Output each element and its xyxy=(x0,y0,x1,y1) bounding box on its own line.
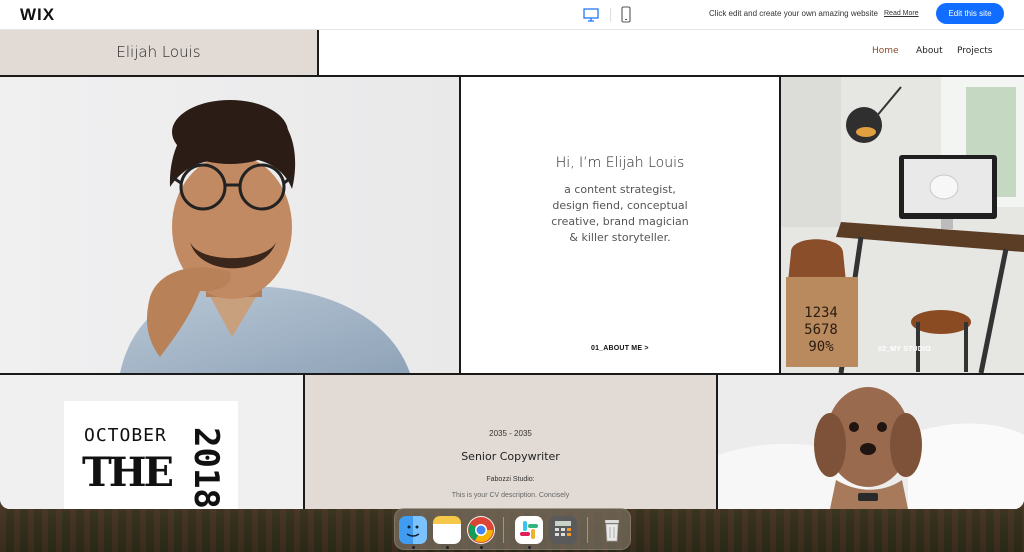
trash-icon[interactable] xyxy=(598,516,626,544)
grid-line xyxy=(779,77,781,373)
experience-panel: 2035 - 2035 Senior Copywriter Fabozzi St… xyxy=(305,375,716,509)
running-indicator xyxy=(528,546,531,549)
poster-panel: OCTOBER THE 2018 xyxy=(0,375,303,509)
desktop-view-icon[interactable] xyxy=(583,7,599,23)
brand-box: Elijah Louis xyxy=(0,30,319,75)
browser-window: WIX Click edit and create your own amazi… xyxy=(0,0,1024,509)
mobile-view-icon[interactable] xyxy=(620,6,632,24)
experience-description: This is your CV description. Concisely xyxy=(451,492,570,499)
nav-about[interactable]: About xyxy=(916,46,943,56)
grid-line xyxy=(0,373,1024,375)
grid-line xyxy=(459,77,461,373)
poster-year: 2018 xyxy=(186,427,226,509)
site-title[interactable]: Elijah Louis xyxy=(0,43,317,61)
intro-heading: Hi, I’m Elijah Louis xyxy=(555,155,685,171)
about-me-link[interactable]: 01_ABOUT ME > xyxy=(591,345,649,352)
chrome-icon[interactable] xyxy=(467,516,495,544)
edit-site-button[interactable]: Edit this site xyxy=(936,3,1004,24)
experience-role: Senior Copywriter xyxy=(461,450,560,463)
intro-line: creative, brand magician xyxy=(551,215,689,228)
dock xyxy=(394,508,631,550)
intro-panel: Hi, I’m Elijah Louis a content strategis… xyxy=(461,77,779,373)
svg-text:5678: 5678 xyxy=(804,322,838,338)
portrait-image xyxy=(0,77,459,373)
experience-company: Fabozzi Studio: xyxy=(486,476,535,483)
calculator-icon[interactable] xyxy=(549,516,577,544)
grid-line xyxy=(0,75,1024,77)
dog-image xyxy=(718,375,1024,509)
studio-image[interactable]: 1234 5678 90% 02_MY STUDIO xyxy=(781,77,1024,373)
studio-illustration: 1234 5678 90% xyxy=(781,77,1024,373)
grid-line xyxy=(716,375,718,509)
slack-icon[interactable] xyxy=(515,516,543,544)
wix-logo[interactable]: WIX xyxy=(20,5,55,25)
running-indicator xyxy=(412,546,415,549)
portrait-illustration xyxy=(120,100,410,373)
grid-line xyxy=(303,375,305,509)
intro-line: design fiend, conceptual xyxy=(552,199,688,212)
svg-text:1234: 1234 xyxy=(804,305,838,321)
dock-separator xyxy=(587,517,588,543)
site-header: Elijah Louis Home About Projects xyxy=(0,30,1024,77)
nav-projects[interactable]: Projects xyxy=(957,46,992,56)
poster-the: THE xyxy=(82,449,174,496)
device-divider xyxy=(610,8,611,22)
my-studio-link[interactable]: 02_MY STUDIO xyxy=(878,346,931,353)
experience-years: 2035 - 2035 xyxy=(489,429,532,438)
notes-icon[interactable] xyxy=(433,516,461,544)
nav-home[interactable]: Home xyxy=(872,46,899,56)
intro-line: a content strategist, xyxy=(564,183,676,196)
intro-line: & killer storyteller. xyxy=(569,231,671,244)
edit-message: Click edit and create your own amazing w… xyxy=(709,9,878,18)
poster-word: OCTOBER xyxy=(84,425,167,446)
running-indicator xyxy=(446,546,449,549)
svg-text:90%: 90% xyxy=(808,339,834,355)
finder-icon[interactable] xyxy=(399,516,427,544)
poster-image: OCTOBER THE 2018 xyxy=(64,401,238,509)
wix-top-bar: WIX Click edit and create your own amazi… xyxy=(0,0,1024,30)
dock-separator xyxy=(503,517,504,543)
running-indicator xyxy=(480,546,483,549)
dog-illustration xyxy=(718,375,1024,509)
read-more-link[interactable]: Read More xyxy=(884,10,919,17)
